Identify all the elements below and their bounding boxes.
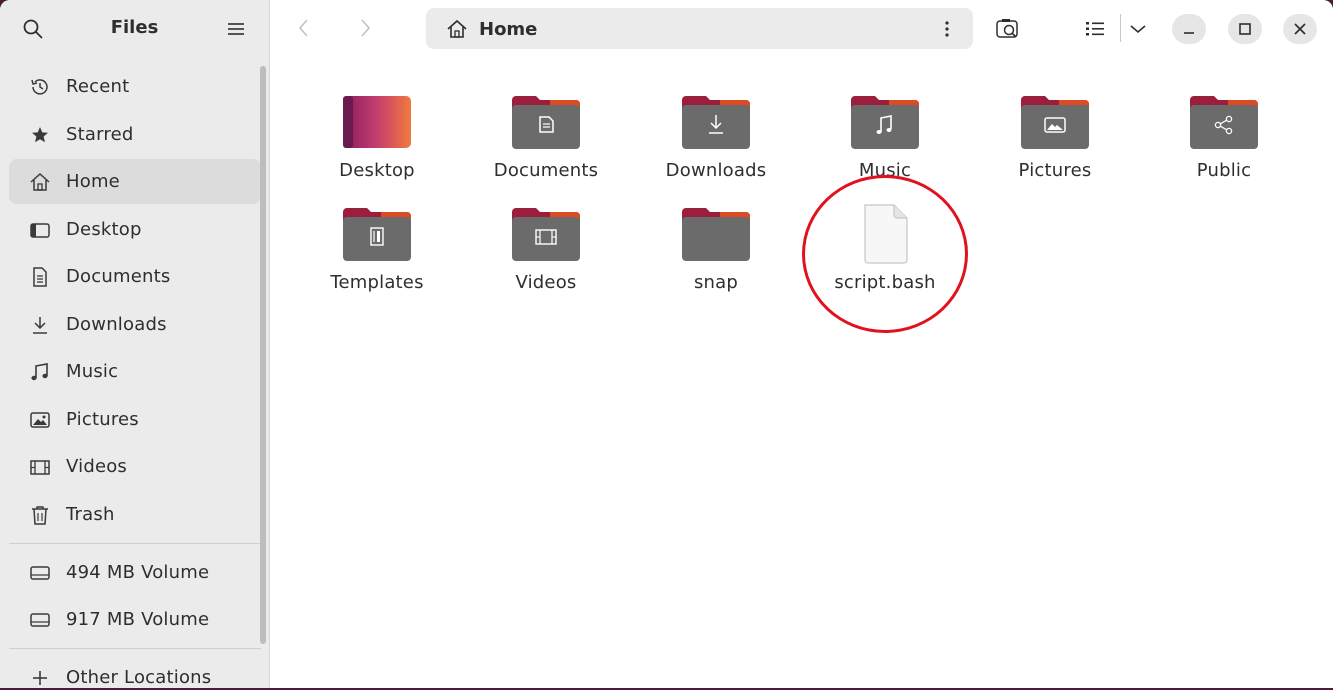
file-manager-window: Files Recent Starred Home Desktop Docume… (0, 0, 1333, 688)
back-arrow-icon[interactable] (292, 16, 316, 40)
grid-item-downloads[interactable]: Downloads (641, 92, 791, 181)
header-bar: Home (270, 0, 1333, 56)
music-icon (29, 361, 51, 383)
sidebar-item-label: Videos (66, 456, 128, 477)
sidebar-item-documents[interactable]: Documents (9, 254, 261, 299)
sidebar-item-starred[interactable]: Starred (9, 112, 261, 157)
sidebar-item-label: Music (66, 361, 119, 382)
grid-item-templates[interactable]: Templates (302, 204, 452, 293)
sidebar-item-volume-917mb[interactable]: 917 MB Volume (9, 597, 261, 642)
sidebar-item-recent[interactable]: Recent (9, 64, 261, 109)
sidebar-divider (9, 648, 261, 649)
pictures-folder-icon (1019, 92, 1091, 156)
desktop-folder-icon (341, 92, 413, 156)
grid-item-desktop[interactable]: Desktop (302, 92, 452, 181)
sidebar-item-trash[interactable]: Trash (9, 492, 261, 537)
sidebar-item-label: 917 MB Volume (66, 609, 210, 630)
trash-icon (29, 504, 51, 526)
sidebar-item-label: Trash (66, 503, 115, 525)
sidebar-scrollbar[interactable] (260, 66, 266, 644)
home-icon (29, 171, 51, 193)
sidebar-item-pictures[interactable]: Pictures (9, 397, 261, 442)
close-button[interactable] (1283, 14, 1317, 44)
sidebar: Files Recent Starred Home Desktop Docume… (0, 0, 270, 688)
minimize-button[interactable] (1172, 14, 1206, 44)
close-icon (1294, 23, 1306, 35)
search-location-icon[interactable] (995, 17, 1021, 41)
path-label: Home (479, 19, 538, 40)
sidebar-item-desktop[interactable]: Desktop (9, 207, 261, 252)
hamburger-menu-icon[interactable] (225, 18, 247, 40)
home-icon (446, 18, 468, 40)
folder-icon (680, 204, 752, 268)
minimize-icon (1184, 32, 1194, 34)
videos-folder-icon (510, 204, 582, 268)
sidebar-item-downloads[interactable]: Downloads (9, 302, 261, 347)
sidebar-item-volume-494mb[interactable]: 494 MB Volume (9, 550, 261, 595)
sidebar-item-label: Other Locations (66, 667, 212, 688)
grid-item-public[interactable]: Public (1149, 92, 1299, 181)
documents-folder-icon (510, 92, 582, 156)
item-name: Templates (330, 272, 424, 293)
plus-icon (29, 667, 51, 688)
grid-item-pictures[interactable]: Pictures (980, 92, 1130, 181)
header-divider (1120, 14, 1121, 42)
grid-item-documents[interactable]: Documents (471, 92, 621, 181)
public-folder-icon (1188, 92, 1260, 156)
maximize-icon (1239, 23, 1251, 35)
drive-icon (29, 562, 51, 584)
sidebar-item-music[interactable]: Music (9, 349, 261, 394)
item-name: Pictures (1018, 160, 1092, 181)
forward-arrow-icon[interactable] (353, 16, 377, 40)
drive-icon (29, 609, 51, 631)
music-folder-icon (849, 92, 921, 156)
sidebar-item-videos[interactable]: Videos (9, 444, 261, 489)
sidebar-item-home[interactable]: Home (9, 159, 261, 204)
item-name: Public (1196, 160, 1252, 181)
downloads-folder-icon (680, 92, 752, 156)
sidebar-header: Files (0, 0, 269, 56)
maximize-button[interactable] (1228, 14, 1262, 44)
picture-icon (29, 409, 51, 431)
item-name: Documents (493, 160, 599, 181)
sidebar-places: Recent Starred Home Desktop Documents Do… (9, 64, 261, 688)
annotation-circle (802, 175, 968, 333)
document-icon (29, 266, 51, 288)
file-grid: Desktop Documents Downloads Music Pictur… (270, 56, 1333, 688)
sidebar-item-label: Starred (66, 123, 134, 145)
sidebar-item-label: 494 MB Volume (66, 561, 210, 583)
chevron-down-icon[interactable] (1126, 17, 1152, 41)
video-icon (29, 456, 51, 478)
sidebar-item-label: Documents (66, 266, 171, 287)
list-view-icon[interactable] (1083, 17, 1109, 41)
desktop-icon (29, 219, 51, 241)
grid-item-videos[interactable]: Videos (471, 204, 621, 293)
item-name: Downloads (665, 160, 767, 181)
star-icon (29, 124, 51, 146)
download-icon (29, 314, 51, 336)
clock-icon (29, 76, 51, 98)
path-bar[interactable]: Home (426, 8, 973, 49)
item-name: Videos (515, 272, 577, 293)
sidebar-item-label: Downloads (66, 313, 167, 335)
templates-folder-icon (341, 204, 413, 268)
grid-item-snap[interactable]: snap (641, 204, 791, 293)
sidebar-item-other-locations[interactable]: Other Locations (9, 655, 261, 688)
sidebar-item-label: Recent (66, 76, 130, 97)
sidebar-item-label: Pictures (66, 408, 139, 430)
sidebar-divider (9, 542, 261, 544)
sidebar-item-label: Home (66, 171, 120, 192)
more-options-icon[interactable] (936, 18, 958, 40)
item-name: snap (693, 272, 739, 293)
sidebar-item-label: Desktop (66, 218, 142, 240)
item-name: Desktop (339, 160, 415, 181)
grid-item-music[interactable]: Music (810, 92, 960, 181)
